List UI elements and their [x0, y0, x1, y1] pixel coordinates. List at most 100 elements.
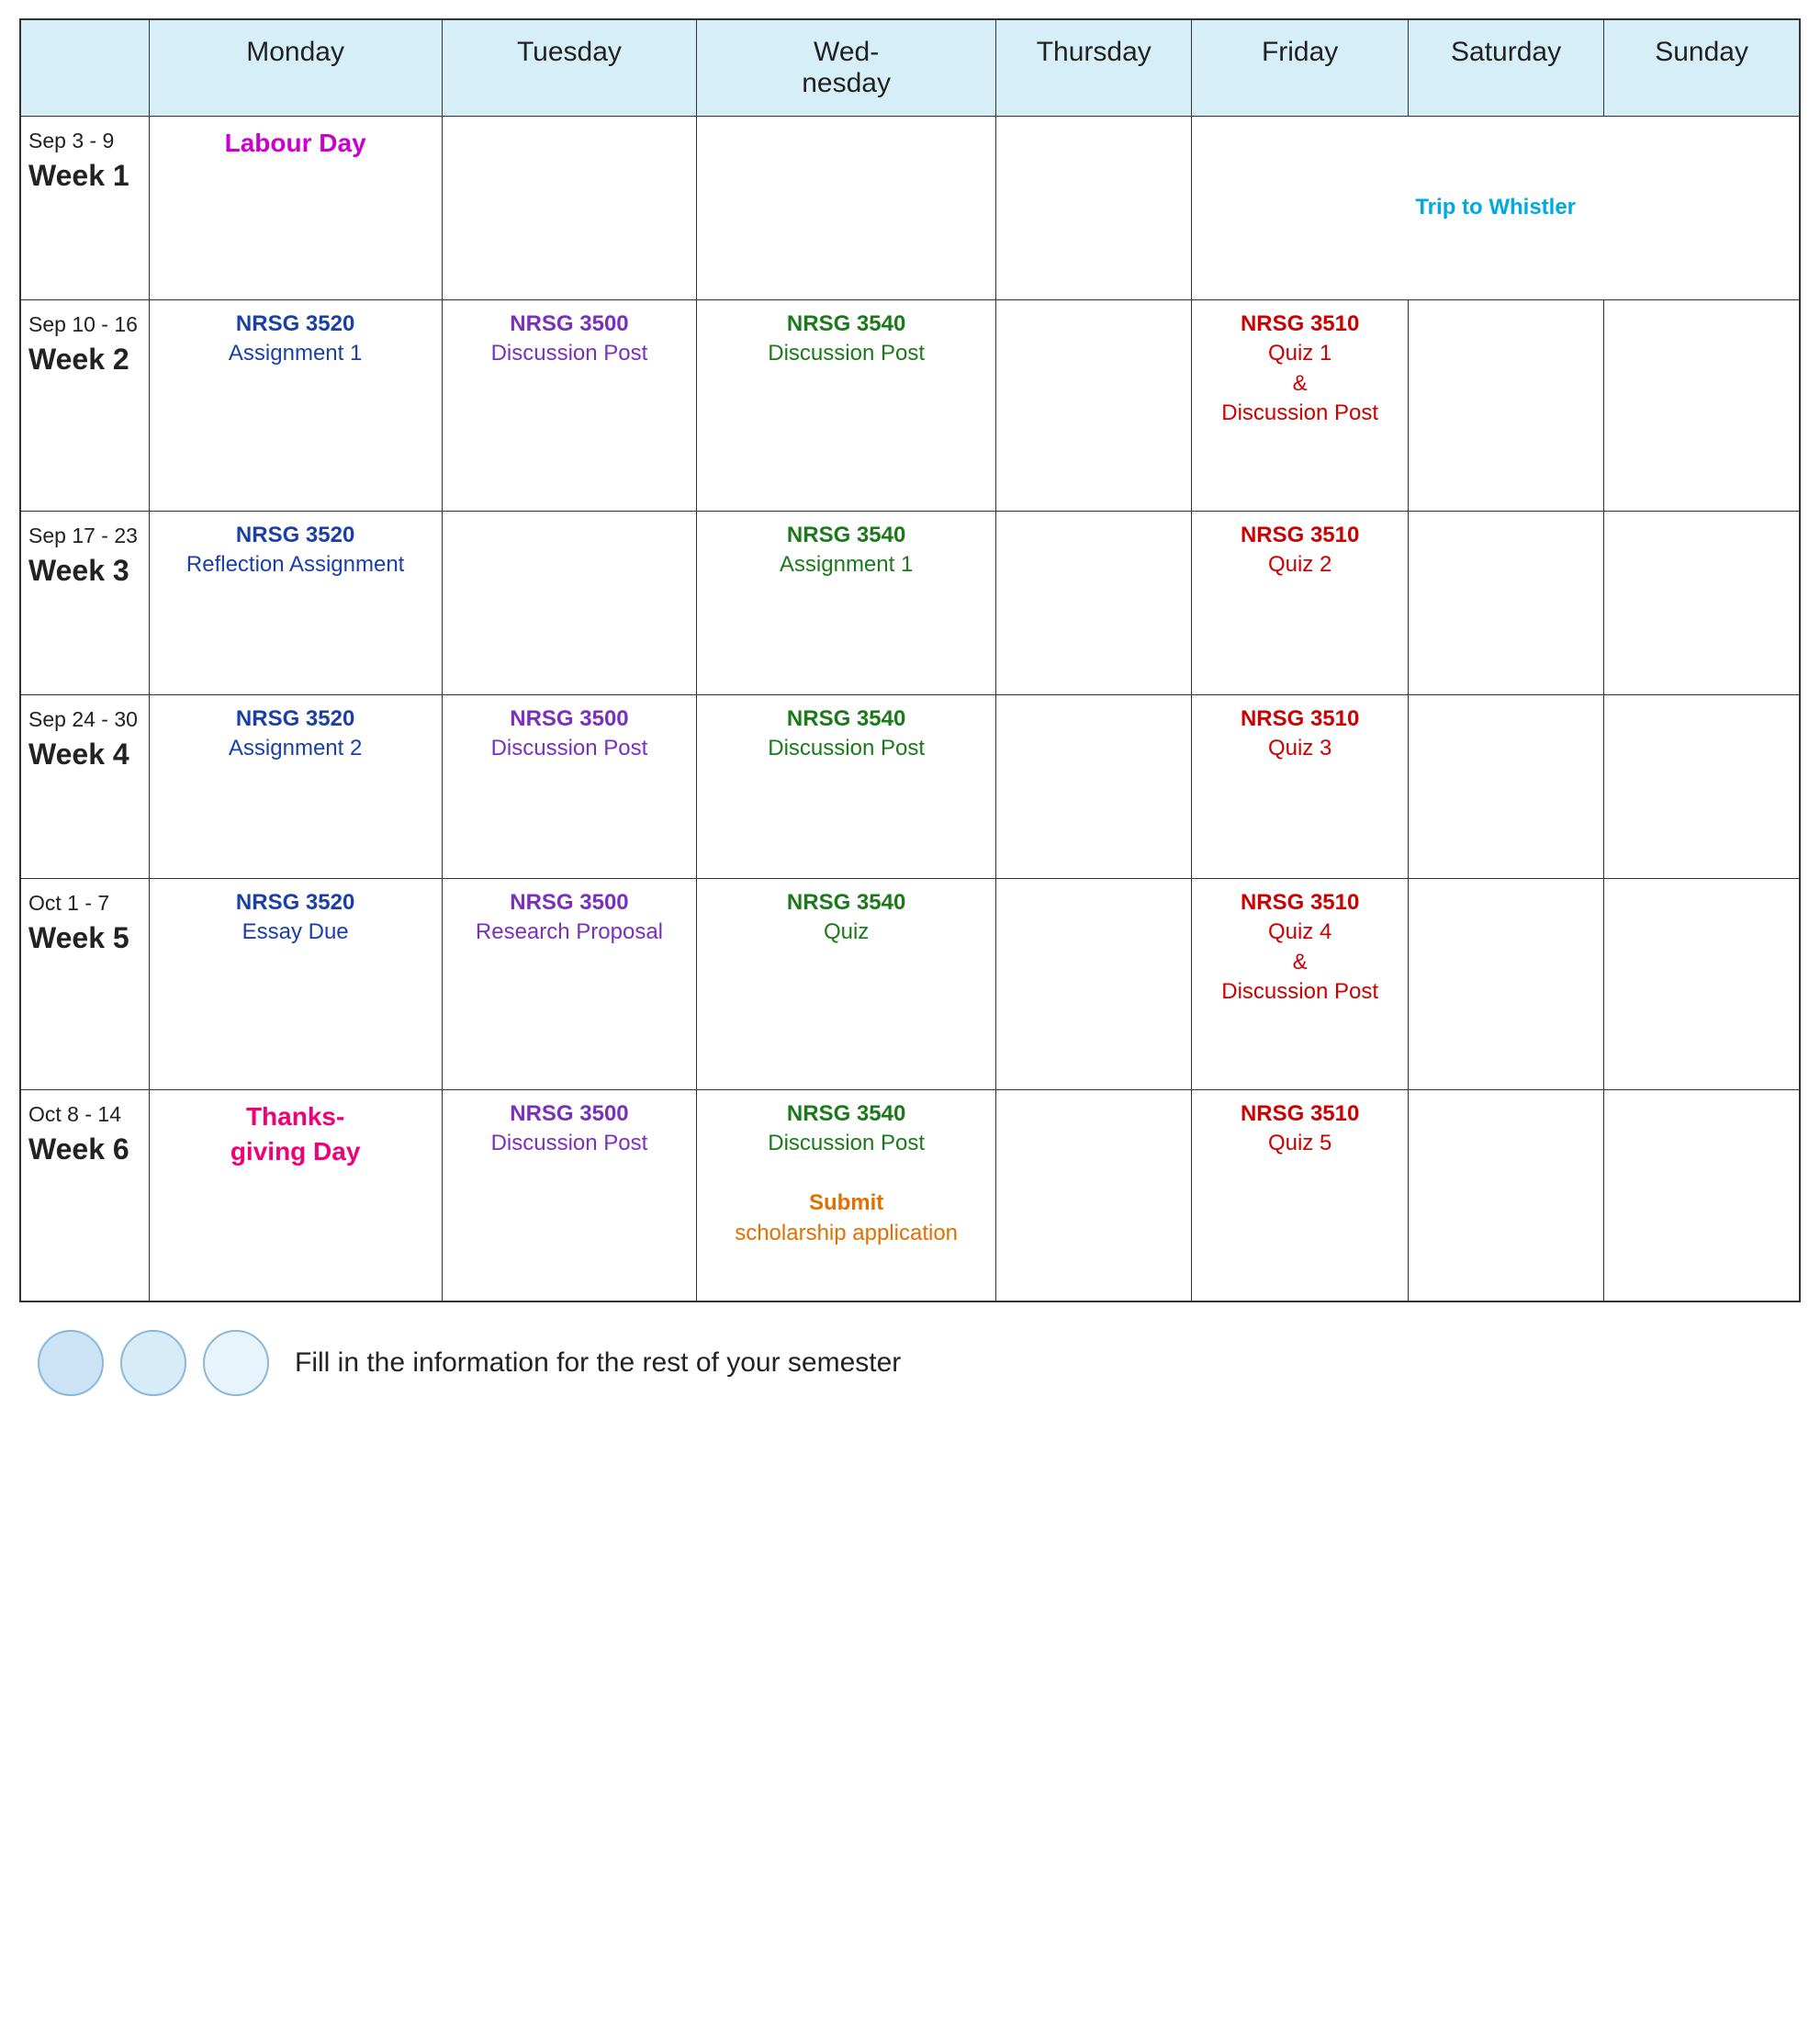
w6-wed-sub: Discussion Post: [704, 1129, 988, 1158]
w5-mon-sub: Essay Due: [157, 918, 434, 947]
week2-friday: NRSG 3510 Quiz 1 & Discussion Post: [1192, 300, 1409, 512]
circle-3: [203, 1330, 269, 1396]
week1-trip: Trip to Whistler: [1192, 117, 1800, 300]
w3-fri-title: NRSG 3510: [1199, 521, 1400, 550]
footer-text: Fill in the information for the rest of …: [295, 1347, 901, 1379]
week4-saturday: [1408, 695, 1603, 879]
week-name-5: Week 5: [28, 918, 141, 959]
table-row: Sep 3 - 9 Week 1 Labour Day Trip to Whis…: [20, 117, 1800, 300]
w6-mon-title: Thanks- giving Day: [157, 1099, 434, 1169]
week5-sunday: [1604, 879, 1800, 1090]
w5-wed-sub: Quiz: [704, 918, 988, 947]
date-range-5: Oct 1 - 7: [28, 888, 141, 918]
date-range-2: Sep 10 - 16: [28, 310, 141, 339]
date-range-6: Oct 8 - 14: [28, 1099, 141, 1129]
week-label-4: Sep 24 - 30 Week 4: [20, 695, 149, 879]
week5-monday: NRSG 3520 Essay Due: [149, 879, 442, 1090]
week-name-1: Week 1: [28, 155, 141, 197]
w4-wed-sub: Discussion Post: [704, 734, 988, 763]
week2-saturday: [1408, 300, 1603, 512]
w5-tue-sub: Research Proposal: [450, 918, 689, 947]
w3-wed-title: NRSG 3540: [704, 521, 988, 550]
circle-2: [120, 1330, 186, 1396]
week5-wednesday: NRSG 3540 Quiz: [697, 879, 996, 1090]
week6-thursday: [996, 1090, 1192, 1301]
header-tuesday: Tuesday: [442, 19, 696, 117]
w2-mon-sub: Assignment 1: [157, 339, 434, 368]
week3-friday: NRSG 3510 Quiz 2: [1192, 512, 1409, 695]
week-label-3: Sep 17 - 23 Week 3: [20, 512, 149, 695]
header-saturday: Saturday: [1408, 19, 1603, 117]
week-label-2: Sep 10 - 16 Week 2: [20, 300, 149, 512]
week-label-5: Oct 1 - 7 Week 5: [20, 879, 149, 1090]
week6-saturday: [1408, 1090, 1603, 1301]
week4-friday: NRSG 3510 Quiz 3: [1192, 695, 1409, 879]
week1-tuesday: [442, 117, 696, 300]
week2-sunday: [1604, 300, 1800, 512]
footer: Fill in the information for the rest of …: [19, 1330, 1801, 1396]
w4-wed-title: NRSG 3540: [704, 704, 988, 734]
header-row: Monday Tuesday Wed- nesday Thursday Frid…: [20, 19, 1800, 117]
w2-tue-sub: Discussion Post: [450, 339, 689, 368]
w6-fri-sub: Quiz 5: [1199, 1129, 1400, 1158]
header-wednesday: Wed- nesday: [697, 19, 996, 117]
date-range-3: Sep 17 - 23: [28, 521, 141, 550]
labour-day: Labour Day: [225, 129, 366, 157]
header-thursday: Thursday: [996, 19, 1192, 117]
week1-monday: Labour Day: [149, 117, 442, 300]
week4-wednesday: NRSG 3540 Discussion Post: [697, 695, 996, 879]
week5-tuesday: NRSG 3500 Research Proposal: [442, 879, 696, 1090]
week3-thursday: [996, 512, 1192, 695]
w2-fri-sub: Quiz 1 & Discussion Post: [1199, 339, 1400, 428]
week5-saturday: [1408, 879, 1603, 1090]
week2-tuesday: NRSG 3500 Discussion Post: [442, 300, 696, 512]
w3-fri-sub: Quiz 2: [1199, 550, 1400, 580]
week1-wednesday: [697, 117, 996, 300]
date-range-1: Sep 3 - 9: [28, 126, 141, 155]
week6-friday: NRSG 3510 Quiz 5: [1192, 1090, 1409, 1301]
w6-tue-sub: Discussion Post: [450, 1129, 689, 1158]
w3-mon-sub: Reflection Assignment: [157, 550, 434, 580]
w6-wed-sub-sub: scholarship application: [704, 1219, 988, 1248]
table-row: Sep 17 - 23 Week 3 NRSG 3520 Reflection …: [20, 512, 1800, 695]
w2-wed-title: NRSG 3540: [704, 310, 988, 339]
w5-mon-title: NRSG 3520: [157, 888, 434, 918]
circle-1: [38, 1330, 104, 1396]
w5-fri-sub: Quiz 4 & Discussion Post: [1199, 918, 1400, 1007]
w6-fri-title: NRSG 3510: [1199, 1099, 1400, 1129]
week5-thursday: [996, 879, 1192, 1090]
w6-wed-sub-title: Submit: [704, 1188, 988, 1218]
week-name-6: Week 6: [28, 1129, 141, 1170]
header-monday: Monday: [149, 19, 442, 117]
week-name-4: Week 4: [28, 734, 141, 775]
w6-wed-title: NRSG 3540: [704, 1099, 988, 1129]
w2-mon-title: NRSG 3520: [157, 310, 434, 339]
week3-saturday: [1408, 512, 1603, 695]
header-friday: Friday: [1192, 19, 1409, 117]
week-label-1: Sep 3 - 9 Week 1: [20, 117, 149, 300]
week3-tuesday: [442, 512, 696, 695]
w5-fri-title: NRSG 3510: [1199, 888, 1400, 918]
w2-fri-title: NRSG 3510: [1199, 310, 1400, 339]
w5-tue-title: NRSG 3500: [450, 888, 689, 918]
table-row: Oct 8 - 14 Week 6 Thanks- giving Day NRS…: [20, 1090, 1800, 1301]
week-name-2: Week 2: [28, 339, 141, 380]
week6-sunday: [1604, 1090, 1800, 1301]
table-row: Sep 24 - 30 Week 4 NRSG 3520 Assignment …: [20, 695, 1800, 879]
week6-wednesday: NRSG 3540 Discussion Post Submit scholar…: [697, 1090, 996, 1301]
date-range-4: Sep 24 - 30: [28, 704, 141, 734]
week3-monday: NRSG 3520 Reflection Assignment: [149, 512, 442, 695]
week3-sunday: [1604, 512, 1800, 695]
schedule-table: Monday Tuesday Wed- nesday Thursday Frid…: [19, 18, 1801, 1302]
week5-friday: NRSG 3510 Quiz 4 & Discussion Post: [1192, 879, 1409, 1090]
week4-sunday: [1604, 695, 1800, 879]
week6-monday: Thanks- giving Day: [149, 1090, 442, 1301]
w3-wed-sub: Assignment 1: [704, 550, 988, 580]
week3-wednesday: NRSG 3540 Assignment 1: [697, 512, 996, 695]
w4-fri-title: NRSG 3510: [1199, 704, 1400, 734]
w5-wed-title: NRSG 3540: [704, 888, 988, 918]
week2-wednesday: NRSG 3540 Discussion Post: [697, 300, 996, 512]
week1-thursday: [996, 117, 1192, 300]
week2-thursday: [996, 300, 1192, 512]
w4-fri-sub: Quiz 3: [1199, 734, 1400, 763]
